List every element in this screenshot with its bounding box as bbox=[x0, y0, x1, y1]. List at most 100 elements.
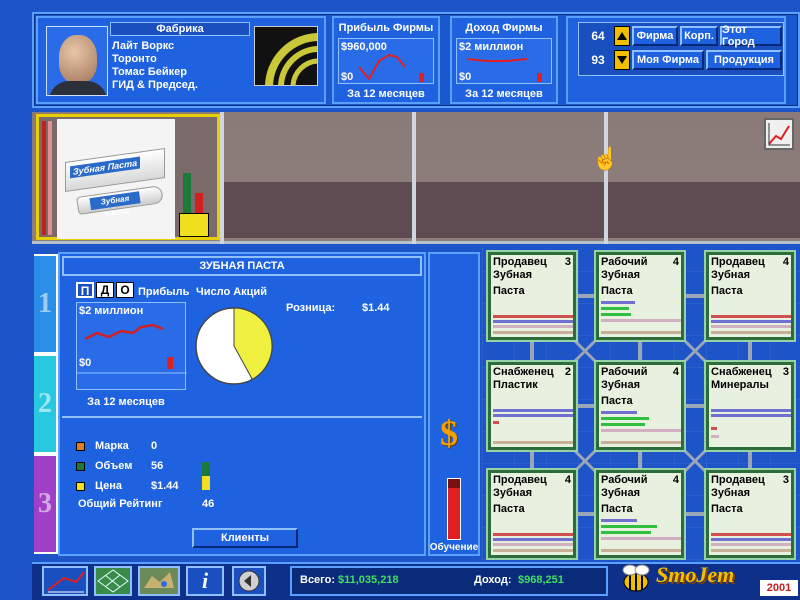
pdo-d-button[interactable]: Д bbox=[96, 282, 114, 298]
unit-bar bbox=[601, 313, 631, 316]
footer-income-label: Доход: bbox=[474, 574, 512, 586]
unit-level: 2 bbox=[564, 366, 571, 378]
unit-node-4[interactable]: Рабочий 4 Зубная Паста bbox=[596, 362, 684, 450]
clients-button[interactable]: Клиенты bbox=[192, 528, 298, 548]
company-logo[interactable] bbox=[254, 26, 318, 86]
unit-node-5[interactable]: Снабженец 3 Минералы bbox=[706, 362, 794, 450]
unit-bar bbox=[601, 549, 681, 552]
income-period: За 12 месяцев bbox=[465, 88, 543, 100]
product-slot-selected[interactable]: Зубная Паста Зубная паста bbox=[36, 114, 220, 240]
pdo-p-button[interactable]: П bbox=[76, 282, 94, 298]
unit-level: 3 bbox=[564, 256, 571, 268]
side-tab-3[interactable]: 3 bbox=[34, 454, 58, 554]
unit-bar bbox=[493, 331, 573, 334]
training-label: Обучение bbox=[429, 542, 479, 553]
dollar-icon[interactable]: $ bbox=[440, 412, 458, 454]
unit-line2: Паста bbox=[601, 285, 633, 297]
rating-level-green bbox=[202, 462, 210, 476]
arrow-up-button[interactable] bbox=[614, 26, 630, 46]
level-bar-red bbox=[195, 193, 203, 213]
unit-line2: Паста bbox=[493, 285, 525, 297]
back-button[interactable] bbox=[232, 566, 266, 596]
unit-line1: Зубная bbox=[493, 487, 532, 499]
profit-title: Прибыль Фирмы bbox=[338, 22, 434, 34]
unit-line1: Пластик bbox=[493, 379, 538, 391]
retail-value: $1.44 bbox=[362, 302, 390, 314]
unit-bar bbox=[601, 411, 637, 414]
hand-cursor: ☝ bbox=[592, 146, 620, 171]
unit-bar bbox=[711, 315, 791, 318]
unit-bar bbox=[601, 525, 657, 528]
unit-line2: Паста bbox=[601, 503, 633, 515]
ceo-title: ГИД & Председ. bbox=[112, 79, 198, 91]
detail-chart-line bbox=[77, 323, 187, 374]
profit-box[interactable]: Прибыль Фирмы $960,000 $0 За 12 месяцев bbox=[332, 16, 440, 104]
unit-bar bbox=[711, 325, 791, 328]
company-logo-icon bbox=[265, 33, 317, 85]
tool-grid-button[interactable] bbox=[94, 566, 132, 596]
income-box[interactable]: Доход Фирмы $2 миллион $0 За 12 месяцев bbox=[450, 16, 558, 104]
unit-bar bbox=[601, 307, 629, 310]
wire-h-3-4 bbox=[574, 404, 596, 408]
profit-label: Прибыль bbox=[138, 286, 190, 298]
training-gauge[interactable] bbox=[447, 478, 461, 540]
unit-bar bbox=[601, 519, 637, 522]
arrow-down-button[interactable] bbox=[614, 50, 630, 70]
side-tab-1[interactable]: 1 bbox=[34, 254, 58, 354]
rating-row-volume: Объем 56 bbox=[76, 456, 179, 476]
products-button[interactable]: Продукция bbox=[706, 50, 782, 70]
unit-bar bbox=[711, 414, 791, 417]
pdo-o-button[interactable]: О bbox=[116, 282, 134, 298]
unit-bar bbox=[711, 331, 791, 334]
chart-toggle-button[interactable] bbox=[764, 118, 794, 150]
volume-swatch bbox=[76, 461, 85, 471]
price-swatch bbox=[76, 481, 85, 491]
unit-node-1[interactable]: Рабочий 4 Зубная Паста bbox=[596, 252, 684, 340]
company-title: Фабрика bbox=[110, 22, 250, 36]
info-button[interactable]: i bbox=[186, 566, 224, 596]
my-firm-button[interactable]: Моя Фирма bbox=[632, 50, 704, 70]
unit-line2: Паста bbox=[711, 503, 743, 515]
this-city-button[interactable]: Этот Город bbox=[720, 24, 782, 48]
unit-bar bbox=[493, 543, 573, 546]
num-top: 64 bbox=[591, 29, 605, 43]
shares-pie bbox=[195, 307, 273, 385]
wire-h-0-1 bbox=[574, 294, 596, 298]
unit-role: Рабочий bbox=[601, 256, 648, 268]
unit-node-7[interactable]: Рабочий 4 Зубная Паста bbox=[596, 470, 684, 558]
ceo-head bbox=[59, 35, 97, 83]
unit-role: Рабочий bbox=[601, 366, 648, 378]
overall-rating-label: Общий Рейтинг bbox=[78, 498, 163, 510]
num-bottom: 93 bbox=[591, 53, 605, 67]
unit-bar bbox=[601, 537, 681, 540]
unit-node-8[interactable]: Продавец 3 Зубная Паста bbox=[706, 470, 794, 558]
unit-line1: Зубная bbox=[711, 487, 750, 499]
ceo-portrait[interactable] bbox=[46, 26, 108, 96]
firm-button[interactable]: Фирма bbox=[632, 26, 678, 46]
wire-v-5-8 bbox=[748, 450, 752, 472]
detail-divider bbox=[62, 416, 422, 418]
tube-label-band: Зубная паста bbox=[89, 191, 141, 218]
tool-map-button[interactable] bbox=[138, 566, 180, 596]
side-tab-2[interactable]: 2 bbox=[34, 354, 58, 454]
unit-bar bbox=[493, 315, 573, 318]
nav-controls: 64 Фирма Корп. Этот Город 93 Моя Фирма П… bbox=[566, 16, 786, 104]
back-arrow-icon bbox=[238, 570, 260, 592]
company-panel: Фабрика Лайт Воркс Торонто Томас Бейкер … bbox=[36, 16, 326, 104]
unit-node-0[interactable]: Продавец 3 Зубная Паста bbox=[488, 252, 576, 340]
profit-line bbox=[358, 53, 424, 82]
unit-level: 4 bbox=[782, 256, 789, 268]
wire-v-3-6 bbox=[530, 450, 534, 472]
unit-role: Снабженец bbox=[711, 366, 772, 378]
unit-node-3[interactable]: Снабженец 2 Пластик bbox=[488, 362, 576, 450]
unit-level: 3 bbox=[782, 366, 789, 378]
corp-button[interactable]: Корп. bbox=[680, 26, 718, 46]
tool-chart-button[interactable] bbox=[42, 566, 88, 596]
unit-bar bbox=[711, 533, 791, 536]
slot-bar-red bbox=[42, 121, 46, 235]
unit-node-2[interactable]: Продавец 4 Зубная Паста bbox=[706, 252, 794, 340]
income-line bbox=[466, 58, 542, 82]
unit-node-6[interactable]: Продавец 4 Зубная Паста bbox=[488, 470, 576, 558]
watermark-logo: SmoJem 2001 bbox=[616, 558, 800, 600]
unit-bar bbox=[711, 427, 717, 430]
